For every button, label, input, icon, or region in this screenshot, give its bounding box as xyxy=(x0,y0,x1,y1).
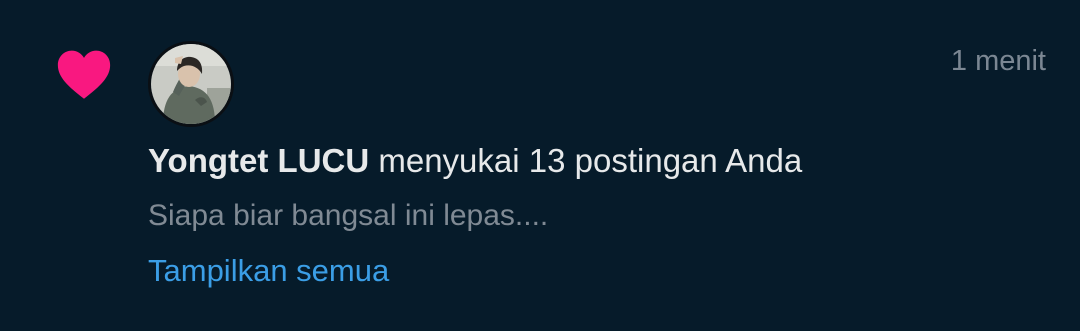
like-notification[interactable]: 1 menit Yongtet LUCU menyukai 13 posting… xyxy=(0,0,1080,331)
action-text: menyukai 13 postingan Anda xyxy=(378,142,803,179)
timestamp: 1 menit xyxy=(950,45,1046,77)
avatar[interactable] xyxy=(148,41,234,127)
notification-headline: Yongtet LUCU menyukai 13 postingan Anda xyxy=(148,142,802,180)
username-link[interactable]: Yongtet LUCU xyxy=(148,142,369,179)
avatar-photo xyxy=(151,44,231,124)
show-all-link[interactable]: Tampilkan semua xyxy=(148,253,389,289)
post-preview-text[interactable]: Siapa biar bangsal ini lepas.... xyxy=(148,198,548,234)
heart-icon xyxy=(57,50,111,99)
